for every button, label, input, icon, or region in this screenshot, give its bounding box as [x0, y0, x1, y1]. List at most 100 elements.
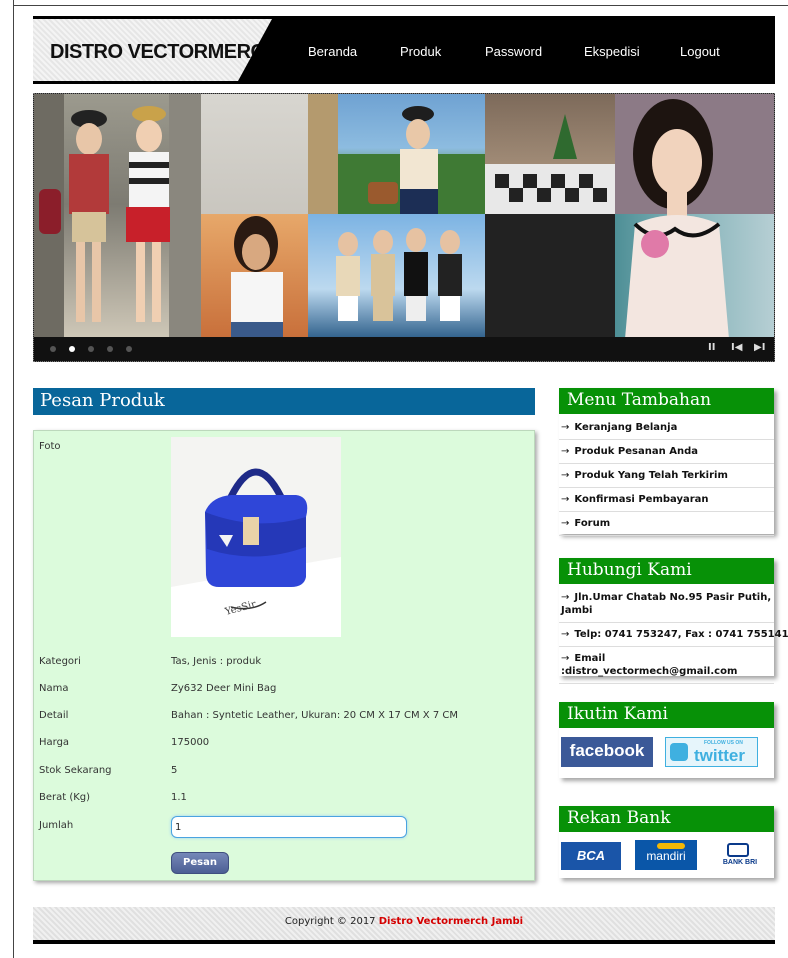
widget-menu-tambahan: Menu Tambahan → Keranjang Belanja → Produk…	[559, 388, 774, 536]
portrait-model-illustration	[615, 94, 774, 339]
beach-model-illustration	[308, 94, 485, 214]
jumlah-label: Jumlah	[39, 820, 74, 831]
pesan-button[interactable]: Pesan	[171, 852, 229, 874]
bri-label: BANK BRI	[722, 859, 758, 866]
site-header: DISTRO VECTORMERCH Beranda Produk Passwo…	[33, 16, 775, 84]
slide-photo-4	[485, 94, 615, 214]
foto-label: Foto	[39, 441, 61, 452]
sidebar-item-label: Produk Pesanan Anda	[574, 446, 698, 457]
sidebar-item-pesanan[interactable]: → Produk Pesanan Anda	[559, 440, 774, 464]
harga-label: Harga	[39, 737, 70, 748]
slider-dot-2[interactable]	[69, 346, 75, 352]
next-icon[interactable]: ▶I	[754, 342, 765, 353]
widget-ikutin-kami: Ikutin Kami facebook FOLLOW US ON twitte…	[559, 702, 774, 778]
bca-label: BCA	[576, 848, 606, 863]
nav-item-password[interactable]: Password	[485, 44, 542, 59]
image-slider[interactable]: II I◀ ▶I	[33, 93, 775, 362]
slide-photo-6	[201, 214, 308, 339]
nama-label: Nama	[39, 683, 69, 694]
sidebar-item-keranjang[interactable]: → Keranjang Belanja	[559, 416, 774, 440]
pause-icon[interactable]: II	[708, 342, 715, 353]
jumlah-input[interactable]	[171, 816, 407, 838]
nav-item-logout[interactable]: Logout	[680, 44, 720, 59]
bank-logo-bca: BCA	[561, 842, 621, 870]
models-illustration	[34, 94, 201, 339]
widget-title-social: Ikutin Kami	[559, 702, 774, 728]
footer-bottom-line	[33, 940, 775, 944]
berat-label: Berat (Kg)	[39, 792, 91, 803]
contact-email-text: Email :distro_vectormech@gmail.com	[561, 653, 738, 677]
page-frame-top	[13, 5, 788, 6]
kategori-label: Kategori	[39, 656, 81, 667]
blue-handbag-image: YesSir	[171, 437, 341, 637]
sidebar-item-terkirim[interactable]: → Produk Yang Telah Terkirim	[559, 464, 774, 488]
footer-copyright: Copyright © 2017	[284, 916, 379, 927]
arrow-right-icon: →	[561, 629, 570, 640]
harga-value: 175000	[171, 737, 210, 748]
bri-emblem-icon	[727, 843, 749, 857]
arrow-right-icon: →	[561, 592, 570, 603]
order-form: Foto YesSir Kategori Tas, Jenis : produk…	[33, 430, 535, 881]
sidebar-item-label: Produk Yang Telah Terkirim	[574, 470, 728, 481]
arrow-right-icon: →	[561, 494, 570, 505]
sidebar-item-konfirmasi[interactable]: → Konfirmasi Pembayaran	[559, 488, 774, 512]
nav-item-produk[interactable]: Produk	[400, 44, 441, 59]
slider-dot-3[interactable]	[88, 346, 94, 352]
store-interior-illustration	[485, 114, 615, 214]
stok-value: 5	[171, 765, 178, 776]
detail-label: Detail	[39, 710, 69, 721]
bank-logo-mandiri: mandiri	[635, 840, 697, 870]
slide-photo-2	[201, 94, 308, 214]
contact-email: → Email :distro_vectormech@gmail.com	[559, 647, 774, 684]
twitter-label: twitter	[694, 746, 745, 765]
prev-icon[interactable]: I◀	[731, 342, 742, 353]
widget-title-contact: Hubungi Kami	[559, 558, 774, 584]
contact-address: → Jln.Umar Chatab No.95 Pasir Putih, Jamb…	[559, 586, 774, 623]
facebook-button[interactable]: facebook	[561, 737, 653, 767]
sidebar-item-label: Keranjang Belanja	[574, 422, 678, 433]
contact-phone: → Telp: 0741 753247, Fax : 0741 7551411	[559, 623, 788, 647]
contact-phone-text: Telp: 0741 753247, Fax : 0741 7551411	[574, 629, 788, 640]
sidebar-item-forum[interactable]: → Forum	[559, 512, 774, 536]
arrow-right-icon: →	[561, 653, 570, 664]
nama-value: Zy632 Deer Mini Bag	[171, 683, 277, 694]
nav-item-beranda[interactable]: Beranda	[308, 44, 357, 59]
header-bottom-line	[33, 81, 775, 84]
slide-photo-3	[308, 94, 485, 214]
arrow-right-icon: →	[561, 422, 570, 433]
site-logo[interactable]: DISTRO VECTORMERCH	[50, 41, 279, 64]
contact-address-text: Jln.Umar Chatab No.95 Pasir Putih, Jambi	[561, 592, 772, 616]
site-footer: Copyright © 2017 Distro Vectormerch Jamb…	[33, 907, 775, 940]
mandiri-wave-icon	[657, 843, 685, 849]
page-title: Pesan Produk	[33, 388, 535, 415]
slide-photo-5	[615, 94, 774, 339]
detail-value: Bahan : Syntetic Leather, Ukuran: 20 CM …	[171, 710, 458, 721]
slider-dot-4[interactable]	[107, 346, 113, 352]
product-photo: YesSir	[171, 437, 341, 637]
arrow-right-icon: →	[561, 446, 570, 457]
page-frame-left	[13, 0, 14, 958]
sidebar-item-label: Forum	[574, 518, 611, 529]
slider-dot-1[interactable]	[50, 346, 56, 352]
sidebar-item-label: Konfirmasi Pembayaran	[574, 494, 709, 505]
facebook-label: facebook	[569, 741, 645, 760]
twitter-button[interactable]: FOLLOW US ON twitter	[665, 737, 758, 767]
slider-dot-5[interactable]	[126, 346, 132, 352]
widget-rekan-bank: Rekan Bank BCA mandiri BANK BRI	[559, 806, 774, 878]
arrow-right-icon: →	[561, 518, 570, 529]
widget-hubungi-kami: Hubungi Kami → Jln.Umar Chatab No.95 Pasi…	[559, 558, 788, 684]
twitter-bird-icon	[670, 743, 688, 761]
model-white-top-illustration	[231, 216, 283, 339]
slide-photo-1	[34, 94, 201, 339]
widget-title-menu: Menu Tambahan	[559, 388, 774, 414]
berat-value: 1.1	[171, 792, 187, 803]
stok-label: Stok Sekarang	[39, 765, 112, 776]
bank-logo-bri: BANK BRI	[709, 840, 771, 870]
widget-title-bank: Rekan Bank	[559, 806, 774, 832]
nav-item-ekspedisi[interactable]: Ekspedisi	[584, 44, 640, 59]
kategori-value: Tas, Jenis : produk	[171, 656, 262, 667]
mandiri-label: mandiri	[646, 849, 686, 863]
arrow-right-icon: →	[561, 470, 570, 481]
slide-photo-7	[308, 214, 485, 339]
footer-brand-link[interactable]: Distro Vectormerch Jambi	[379, 916, 523, 927]
